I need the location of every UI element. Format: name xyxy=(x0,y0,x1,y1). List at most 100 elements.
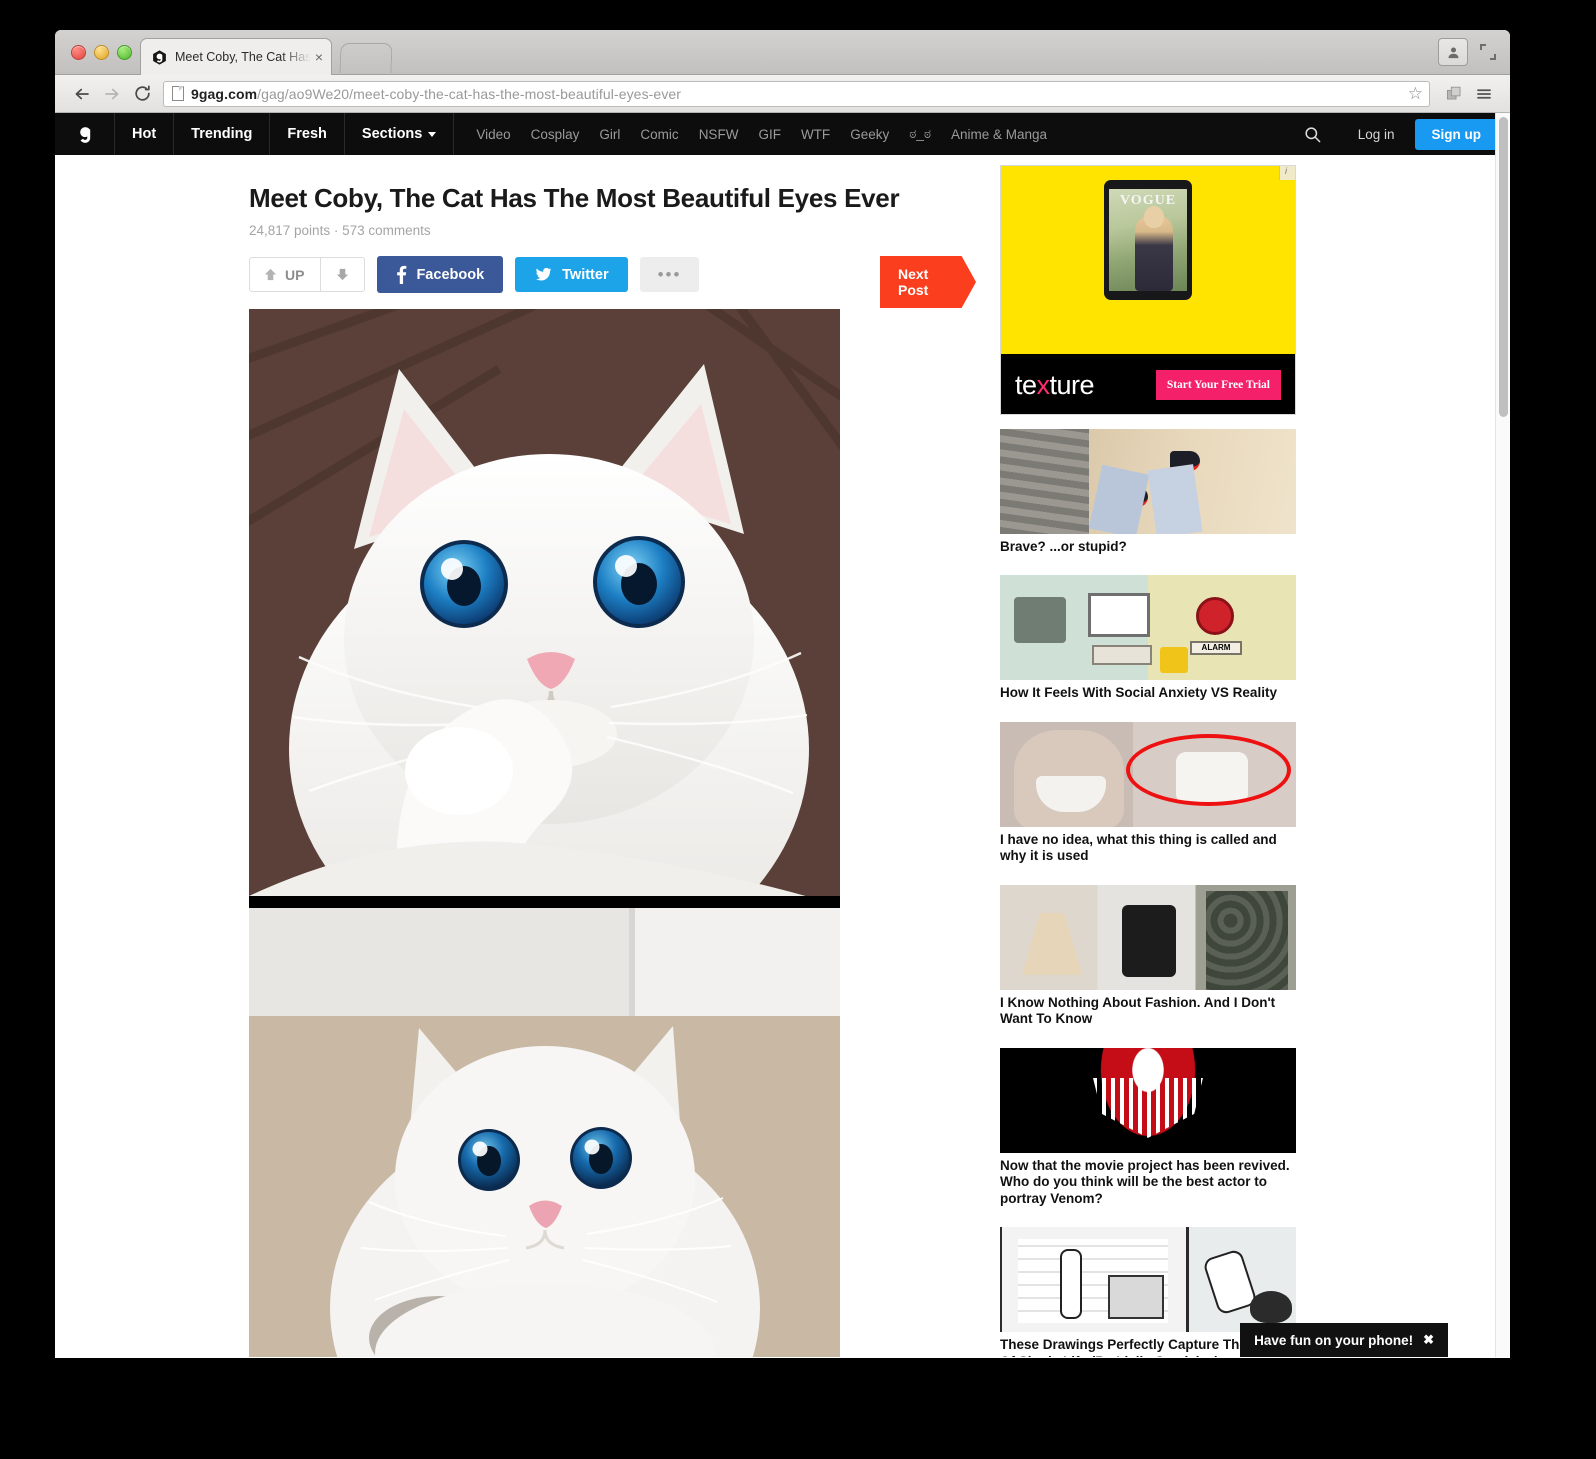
post-actions: UP Facebook Twitter ••• Next Post xyxy=(249,256,1000,308)
address-bar[interactable]: 9gag.com/gag/ao9We20/meet-coby-the-cat-h… xyxy=(163,80,1430,107)
site-navbar: Hot Trending Fresh Sections Video Cospla… xyxy=(55,113,1510,155)
secondary-nav: Video Cosplay Girl Comic NSFW GIF WTF Ge… xyxy=(454,113,1057,155)
nav-item-nsfw[interactable]: NSFW xyxy=(689,127,749,142)
page-body: Meet Coby, The Cat Has The Most Beautifu… xyxy=(55,155,1510,1357)
browser-tab-title: Meet Coby, The Cat Has Th xyxy=(175,50,311,64)
social-anxiety-thumb[interactable]: ALARM xyxy=(1000,575,1296,681)
ad-cta-button[interactable]: Start Your Free Trial xyxy=(1155,370,1281,400)
zoom-window-button[interactable] xyxy=(117,45,132,60)
sidebar-post-2-caption: How It Feels With Social Anxiety VS Real… xyxy=(1000,685,1277,701)
window-controls xyxy=(1438,38,1496,66)
reload-icon xyxy=(134,85,150,101)
upvote-label: UP xyxy=(285,266,305,283)
desktop-background: Meet Coby, The Cat Has Th × xyxy=(0,0,1596,1459)
sidebar-post-1-caption: Brave? ...or stupid? xyxy=(1000,539,1127,554)
minimize-window-button[interactable] xyxy=(94,45,109,60)
nav-item-anime-manga[interactable]: Anime & Manga xyxy=(941,127,1057,142)
primary-nav: Hot Trending Fresh Sections xyxy=(115,113,455,155)
url-domain: 9gag.com xyxy=(191,85,258,102)
sidebar-post-3-caption: I have no idea, what this thing is calle… xyxy=(1000,831,1277,864)
nav-item-video[interactable]: Video xyxy=(466,127,520,142)
lingerie-thumb[interactable] xyxy=(1000,721,1296,827)
nav-item-wtf[interactable]: WTF xyxy=(791,127,840,142)
nav-item-girl[interactable]: Girl xyxy=(589,127,630,142)
advertisement[interactable]: VOGUE texture Start Your Free Trial xyxy=(1000,165,1296,415)
fashion-thumb[interactable] xyxy=(1000,884,1296,990)
ad-brand-logo: texture xyxy=(1015,369,1095,400)
browser-window: Meet Coby, The Cat Has Th × xyxy=(55,30,1510,1358)
bookmark-star-icon[interactable]: ☆ xyxy=(1408,84,1423,104)
person-icon xyxy=(1448,47,1458,58)
upvote-button[interactable]: UP xyxy=(250,258,322,291)
profile-button[interactable] xyxy=(1438,38,1468,66)
brand-x-glyph: x xyxy=(1036,369,1051,400)
post-meta: 24,817 points · 573 comments xyxy=(249,223,431,238)
share-facebook-button[interactable]: Facebook xyxy=(377,256,504,293)
browser-toolbar: 9gag.com/gag/ao9We20/meet-coby-the-cat-h… xyxy=(55,75,1510,113)
tab-close-icon[interactable]: × xyxy=(315,49,323,65)
search-icon[interactable] xyxy=(1303,125,1322,144)
drawings-thumb[interactable] xyxy=(1000,1227,1296,1333)
extension-button[interactable] xyxy=(1440,80,1468,108)
nav-item-geeky[interactable]: Geeky xyxy=(840,127,899,142)
downvote-button[interactable] xyxy=(321,258,364,291)
nav-item-sections[interactable]: Sections xyxy=(345,113,455,155)
back-button[interactable] xyxy=(67,79,97,109)
nav-item-fresh[interactable]: Fresh xyxy=(270,113,345,155)
nav-item-comic[interactable]: Comic xyxy=(630,127,688,142)
close-icon[interactable]: ✖ xyxy=(1423,1332,1434,1348)
facebook-icon xyxy=(397,265,407,284)
site-logo[interactable] xyxy=(55,113,115,155)
post-image-2[interactable] xyxy=(249,908,840,1357)
ipad-device-image: VOGUE xyxy=(1104,180,1192,300)
page-scrollbar[interactable] xyxy=(1495,113,1510,1357)
new-tab-button[interactable] xyxy=(339,43,393,73)
post-image-1[interactable] xyxy=(249,309,840,896)
nav-actions: Log in Sign up xyxy=(1303,113,1510,155)
sidebar-post-4[interactable]: I Know Nothing About Fashion. And I Don'… xyxy=(1000,884,1296,1028)
maximize-icon[interactable] xyxy=(1480,44,1496,60)
nav-item-hot[interactable]: Hot xyxy=(115,113,175,155)
9gag-logo-icon xyxy=(79,127,90,143)
share-twitter-button[interactable]: Twitter xyxy=(515,257,628,292)
browser-tab-strip: Meet Coby, The Cat Has Th × xyxy=(55,30,1510,75)
sidebar-post-3[interactable]: I have no idea, what this thing is calle… xyxy=(1000,721,1296,865)
browser-tab[interactable]: Meet Coby, The Cat Has Th × xyxy=(140,38,332,75)
nav-item-gif[interactable]: GIF xyxy=(748,127,791,142)
scrollbar-thumb[interactable] xyxy=(1499,117,1508,417)
sidebar-post-1[interactable]: Brave? ...or stupid? xyxy=(1000,429,1296,555)
venom-thumb[interactable] xyxy=(1000,1047,1296,1153)
ad-hero: VOGUE xyxy=(1001,166,1295,354)
next-post-button[interactable]: Next Post xyxy=(880,256,976,308)
ad-choices-icon[interactable] xyxy=(1279,166,1295,180)
reload-button[interactable] xyxy=(127,79,157,109)
nav-item-lod[interactable]: ಠ_ಠ xyxy=(899,126,941,142)
login-link[interactable]: Log in xyxy=(1344,127,1409,142)
notification-text: Have fun on your phone! xyxy=(1254,1332,1414,1348)
arrow-left-icon xyxy=(75,88,89,99)
brave-thumb[interactable] xyxy=(1000,429,1296,534)
more-options-button[interactable]: ••• xyxy=(639,257,700,292)
nav-item-trending[interactable]: Trending xyxy=(174,113,271,155)
sidebar-post-5-caption: Now that the movie project has been revi… xyxy=(1000,1157,1290,1206)
extension-icon xyxy=(1446,86,1460,100)
sidebar-post-5[interactable]: Now that the movie project has been revi… xyxy=(1000,1047,1296,1207)
phone-promo-notification[interactable]: Have fun on your phone! ✖ xyxy=(1240,1323,1448,1357)
forward-button[interactable] xyxy=(97,79,127,109)
arrow-down-icon xyxy=(337,268,349,281)
post-title: Meet Coby, The Cat Has The Most Beautifu… xyxy=(249,183,900,213)
post-column: Meet Coby, The Cat Has The Most Beautifu… xyxy=(55,155,1000,1357)
sidebar-column: VOGUE texture Start Your Free Trial xyxy=(1000,155,1300,1357)
page-info-icon xyxy=(172,86,184,101)
nav-item-cosplay[interactable]: Cosplay xyxy=(521,127,590,142)
twitter-label: Twitter xyxy=(562,266,609,283)
twitter-icon xyxy=(536,267,552,281)
close-window-button[interactable] xyxy=(71,45,86,60)
coby-cat-looking-up xyxy=(249,908,840,1357)
browser-menu-button[interactable] xyxy=(1470,80,1498,108)
url-path: /gag/ao9We20/meet-coby-the-cat-has-the-m… xyxy=(257,85,682,102)
sidebar-post-2[interactable]: ALARM How It Feels With Social Anxiety V… xyxy=(1000,575,1296,701)
signup-button[interactable]: Sign up xyxy=(1414,118,1498,150)
arrow-right-icon xyxy=(105,88,119,99)
chevron-down-icon xyxy=(428,131,437,137)
